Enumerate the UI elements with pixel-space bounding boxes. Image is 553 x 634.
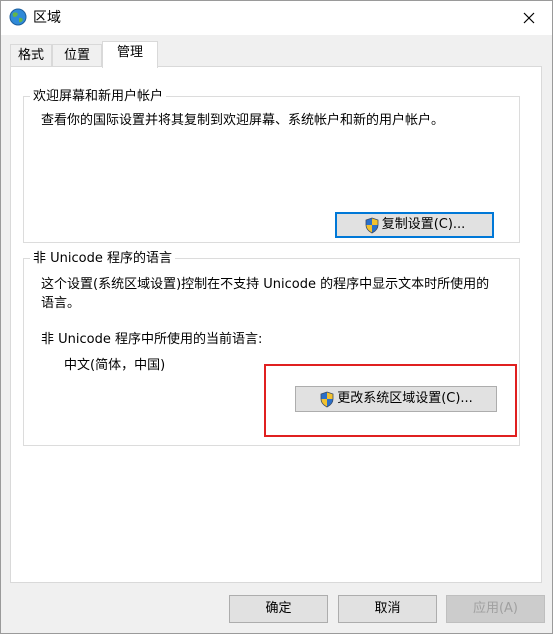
- tab-strip: 格式 位置 管理: [1, 35, 552, 68]
- uac-shield-icon: [365, 217, 379, 233]
- close-icon: [523, 12, 535, 24]
- non-unicode-description-line2: 语言。: [41, 296, 81, 311]
- copy-settings-label: 复制设置(C)...: [381, 217, 466, 232]
- welcome-description: 查看你的国际设置并将其复制到欢迎屏幕、系统帐户和新的用户帐户。: [41, 113, 445, 128]
- non-unicode-description-line1: 这个设置(系统区域设置)控制在不支持 Unicode 的程序中显示文本时所使用的: [41, 277, 490, 292]
- current-language-value: 中文(简体，中国): [64, 358, 166, 373]
- tab-panel-administrative: 欢迎屏幕和新用户帐户 查看你的国际设置并将其复制到欢迎屏幕、系统帐户和新的用户帐…: [10, 66, 542, 583]
- non-unicode-group-legend: 非 Unicode 程序的语言: [30, 250, 175, 267]
- welcome-screen-group: 欢迎屏幕和新用户帐户 查看你的国际设置并将其复制到欢迎屏幕、系统帐户和新的用户帐…: [23, 88, 520, 243]
- current-language-label: 非 Unicode 程序中所使用的当前语言:: [41, 332, 263, 347]
- close-button[interactable]: [506, 1, 552, 35]
- window-title: 区域: [33, 10, 61, 26]
- tab-location[interactable]: 位置: [52, 44, 102, 66]
- apply-button[interactable]: 应用(A): [446, 595, 545, 623]
- cancel-button[interactable]: 取消: [338, 595, 437, 623]
- globe-icon: [9, 8, 27, 26]
- tab-formats[interactable]: 格式: [10, 44, 52, 66]
- ok-button[interactable]: 确定: [229, 595, 328, 623]
- region-dialog: 区域 格式 位置 管理 欢迎屏幕和新用户帐户 查看你的国际设置并将其复制到欢迎屏…: [0, 0, 553, 634]
- title-bar: 区域: [1, 1, 552, 35]
- dialog-footer: 确定 取消 应用(A): [1, 583, 552, 633]
- highlight-annotation: [264, 364, 517, 437]
- copy-settings-button[interactable]: 复制设置(C)...: [335, 212, 494, 238]
- tab-administrative[interactable]: 管理: [102, 41, 158, 68]
- welcome-group-legend: 欢迎屏幕和新用户帐户: [30, 88, 167, 105]
